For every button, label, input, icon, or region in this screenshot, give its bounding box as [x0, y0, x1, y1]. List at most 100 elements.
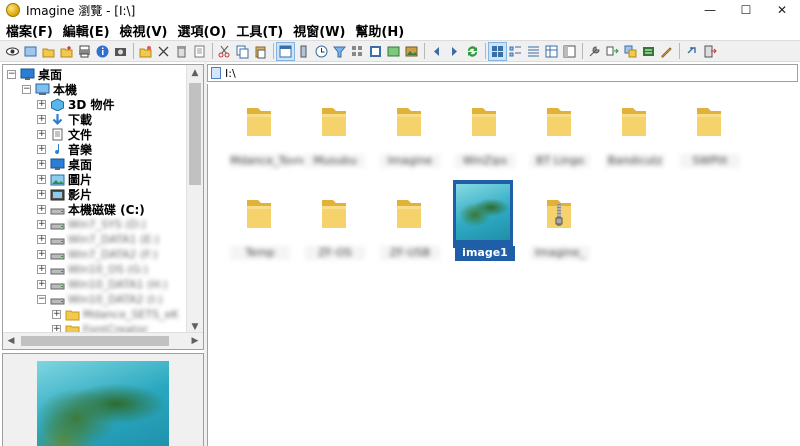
scissors-icon[interactable]	[216, 43, 233, 60]
folder-item[interactable]: SWPlit	[678, 90, 742, 170]
menu-view[interactable]: 檢視(V)	[114, 21, 172, 40]
expand-icon[interactable]: +	[37, 280, 46, 289]
delete-icon[interactable]	[173, 43, 190, 60]
refresh-icon[interactable]	[464, 43, 481, 60]
minimize-button[interactable]: —	[692, 0, 728, 20]
menu-options[interactable]: 選項(O)	[171, 21, 230, 40]
photo-icon[interactable]	[403, 43, 420, 60]
tools-icon[interactable]	[586, 43, 603, 60]
print-icon[interactable]	[76, 43, 93, 60]
new-folder-icon[interactable]	[58, 43, 75, 60]
fullscreen-icon[interactable]	[367, 43, 384, 60]
expand-icon[interactable]: +	[37, 205, 46, 214]
menu-tools[interactable]: 工具(T)	[230, 21, 287, 40]
scroll-up-icon[interactable]: ▲	[187, 65, 203, 81]
folder-item[interactable]: BT Lingo	[528, 90, 592, 170]
zip-folder-item[interactable]: Imagine_	[528, 182, 592, 262]
large-icons-icon[interactable]	[488, 41, 507, 61]
tree-item[interactable]: + 圖片	[37, 172, 92, 187]
link-icon[interactable]	[683, 43, 700, 60]
folder-item[interactable]: Musubu	[303, 90, 367, 170]
folder-item[interactable]: Imagine	[378, 90, 442, 170]
view-window-icon[interactable]	[276, 41, 295, 61]
properties-icon[interactable]	[191, 43, 208, 60]
image-file-item[interactable]: image1	[453, 180, 517, 262]
slideshow-icon[interactable]	[112, 43, 129, 60]
new-folder-star-icon[interactable]	[137, 43, 154, 60]
menu-window[interactable]: 視窗(W)	[287, 21, 349, 40]
tree-item[interactable]: + 本機磁碟 (C:)	[37, 202, 145, 217]
tree-item[interactable]: + 文件	[37, 127, 92, 142]
expand-icon[interactable]: +	[37, 220, 46, 229]
tree-item[interactable]: − 本機	[22, 82, 77, 97]
convert-icon[interactable]	[604, 43, 621, 60]
collapse-icon[interactable]: −	[22, 85, 31, 94]
details-icon[interactable]	[543, 43, 560, 60]
split-icon[interactable]	[295, 43, 312, 60]
menu-edit[interactable]: 編輯(E)	[57, 21, 114, 40]
expand-icon[interactable]: +	[37, 250, 46, 259]
tree-item[interactable]: + Win7_DATA1 (E:)	[37, 232, 159, 247]
path-bar[interactable]: I:\	[207, 64, 798, 82]
panel-icon[interactable]	[561, 43, 578, 60]
tree-item[interactable]: + Win7_SYS (D:)	[37, 217, 146, 232]
expand-icon[interactable]: +	[37, 190, 46, 199]
image-icon[interactable]	[385, 43, 402, 60]
tree-item[interactable]: + 桌面	[37, 157, 92, 172]
tree-item[interactable]: + Win7_DATA2 (F:)	[37, 247, 158, 262]
maximize-button[interactable]: ☐	[728, 0, 764, 20]
expand-icon[interactable]: +	[52, 310, 61, 319]
tree-item[interactable]: + Mdance_SETS_eK	[52, 307, 179, 322]
tree-item[interactable]: + 下載	[37, 112, 92, 127]
tree-item[interactable]: +3D 物件	[37, 97, 115, 112]
folder-tree[interactable]: + FontCreator + Mdance_SETS_eK − Win10_DATA2 …	[2, 64, 204, 350]
scroll-thumb-h[interactable]	[21, 336, 169, 346]
paste-icon[interactable]	[252, 43, 269, 60]
expand-icon[interactable]: +	[37, 145, 46, 154]
cut-icon[interactable]	[155, 43, 172, 60]
clock-icon[interactable]	[313, 43, 330, 60]
open-folder-icon[interactable]	[40, 43, 57, 60]
eye-icon[interactable]	[4, 43, 21, 60]
scroll-right-icon[interactable]: ▶	[187, 333, 203, 349]
tree-item[interactable]: + 影片	[37, 187, 92, 202]
expand-icon[interactable]: +	[37, 115, 46, 124]
folder-item[interactable]: Mdance_Tools	[228, 90, 306, 170]
expand-icon[interactable]: +	[37, 160, 46, 169]
thumbnail-view-icon[interactable]	[22, 43, 39, 60]
filter-icon[interactable]	[331, 43, 348, 60]
rename-icon[interactable]	[658, 43, 675, 60]
tree-item[interactable]: + Win10_OS (G:)	[37, 262, 148, 277]
capture-icon[interactable]	[640, 43, 657, 60]
close-button[interactable]: ✕	[764, 0, 800, 20]
list-icon[interactable]	[525, 43, 542, 60]
previous-icon[interactable]	[428, 43, 445, 60]
folder-item[interactable]: Temp	[228, 182, 292, 262]
expand-icon[interactable]: +	[37, 130, 46, 139]
copy-icon[interactable]	[234, 43, 251, 60]
batch-icon[interactable]	[622, 43, 639, 60]
collapse-icon[interactable]: −	[7, 70, 16, 79]
folder-item[interactable]: ZF-USB	[378, 182, 442, 262]
expand-icon[interactable]: +	[37, 100, 46, 109]
exit-icon[interactable]	[701, 43, 718, 60]
tree-vertical-scrollbar[interactable]: ▲ ▼	[186, 65, 203, 335]
scroll-thumb[interactable]	[189, 83, 201, 185]
tree-item[interactable]: − 桌面	[7, 67, 62, 82]
folder-item[interactable]: ZF-OS	[303, 182, 367, 262]
folder-item[interactable]: Bandicutz	[603, 90, 667, 170]
expand-icon[interactable]: +	[37, 235, 46, 244]
tree-item[interactable]: + 音樂	[37, 142, 92, 157]
expand-icon[interactable]: +	[37, 265, 46, 274]
info-icon[interactable]	[94, 43, 111, 60]
file-list[interactable]: Mdance_Tools Musubu Imagine WinZips BT Lingo…	[207, 84, 800, 446]
folder-item[interactable]: WinZips	[453, 90, 517, 170]
grid-icon[interactable]	[349, 43, 366, 60]
next-icon[interactable]	[446, 43, 463, 60]
menu-help[interactable]: 幫助(H)	[349, 21, 408, 40]
tree-item[interactable]: − Win10_DATA2 (I:)	[37, 292, 163, 307]
tree-horizontal-scrollbar[interactable]: ◀ ▶	[3, 332, 203, 349]
expand-icon[interactable]: +	[37, 175, 46, 184]
small-icons-icon[interactable]	[507, 43, 524, 60]
tree-item[interactable]: + Win10_DATA1 (H:)	[37, 277, 168, 292]
